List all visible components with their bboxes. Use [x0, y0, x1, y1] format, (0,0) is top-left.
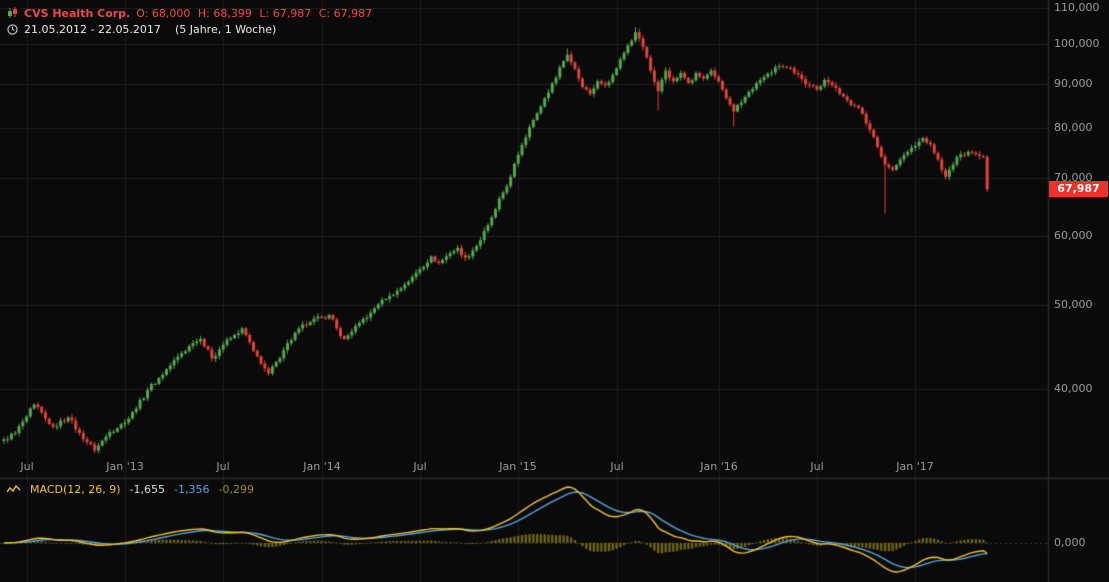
- macd-value: -1,655: [130, 483, 165, 496]
- macd-signal-value: -1,356: [174, 483, 209, 496]
- x-axis-label: Jul: [199, 460, 247, 473]
- last-price-badge: 67,987: [1049, 181, 1108, 197]
- y-axis-label: 110,000: [1054, 1, 1100, 14]
- symbol-name: CVS Health Corp.: [24, 7, 130, 20]
- macd-zero-label: 0,000: [1054, 536, 1086, 549]
- open-value: O: 68,000: [136, 7, 190, 20]
- date-range-text: 21.05.2012 - 22.05.2017: [24, 23, 161, 36]
- x-axis-label: Jan '14: [298, 460, 346, 473]
- macd-label: MACD(12, 26, 9): [30, 483, 121, 496]
- x-axis-label: Jul: [593, 460, 641, 473]
- x-axis-label: Jul: [396, 460, 444, 473]
- y-axis-label: 80,000: [1054, 121, 1093, 134]
- range-duration-text: (5 Jahre, 1 Woche): [175, 23, 276, 36]
- y-axis-label: 90,000: [1054, 77, 1093, 90]
- close-value: C: 67,987: [319, 7, 372, 20]
- indicator-wave-icon: [7, 485, 21, 494]
- chart-legend: CVS Health Corp. O: 68,000 H: 68,399 L: …: [7, 5, 376, 37]
- date-range-row: 21.05.2012 - 22.05.2017 (5 Jahre, 1 Woch…: [7, 21, 376, 37]
- y-axis-label: 50,000: [1054, 298, 1093, 311]
- candlestick-icon: [7, 7, 18, 19]
- symbol-row: CVS Health Corp. O: 68,000 H: 68,399 L: …: [7, 5, 376, 21]
- chart-application: CVS Health Corp. O: 68,000 H: 68,399 L: …: [0, 0, 1109, 582]
- x-axis-label: Jul: [3, 460, 51, 473]
- clock-icon: [7, 24, 18, 35]
- ohlc-readout: O: 68,000 H: 68,399 L: 67,987 C: 67,987: [136, 7, 376, 20]
- y-axis-label: 60,000: [1054, 229, 1093, 242]
- x-axis-label: Jan '13: [101, 460, 149, 473]
- x-axis-label: Jan '16: [695, 460, 743, 473]
- high-value: H: 68,399: [198, 7, 252, 20]
- low-value: L: 67,987: [259, 7, 311, 20]
- y-axis-label: 100,000: [1054, 37, 1100, 50]
- x-axis-label: Jan '17: [891, 460, 939, 473]
- x-axis-label: Jan '15: [494, 460, 542, 473]
- y-axis-label: 40,000: [1054, 382, 1093, 395]
- x-axis-label: Jul: [793, 460, 841, 473]
- macd-histogram-value: -0,299: [218, 483, 253, 496]
- macd-legend: MACD(12, 26, 9) -1,655 -1,356 -0,299: [7, 483, 254, 496]
